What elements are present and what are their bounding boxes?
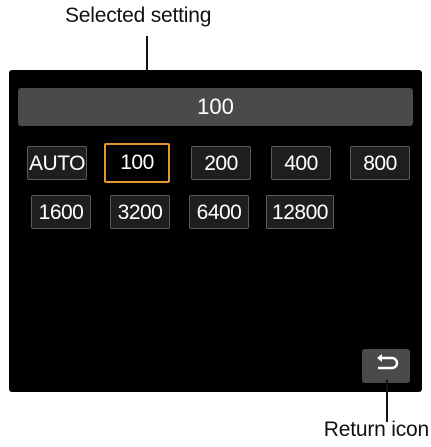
selected-setting-callout: Selected setting [65, 4, 212, 27]
return-icon [373, 353, 399, 380]
return-button[interactable] [362, 349, 410, 383]
iso-option-12800[interactable]: 12800 [266, 195, 334, 229]
iso-option-auto[interactable]: AUTO [27, 146, 87, 180]
iso-option-800[interactable]: 800 [350, 146, 410, 180]
iso-option-1600[interactable]: 1600 [31, 195, 91, 229]
return-icon-leader-line [386, 380, 388, 422]
iso-option-6400[interactable]: 6400 [189, 195, 249, 229]
iso-option-200[interactable]: 200 [191, 146, 251, 180]
iso-option-3200[interactable]: 3200 [110, 195, 170, 229]
iso-option-400[interactable]: 400 [271, 146, 331, 180]
current-value-display: 100 [18, 88, 413, 126]
camera-lcd-screen: 100 AUTO 100 200 400 800 1600 3200 6400 … [9, 70, 422, 392]
return-icon-callout: Return icon [323, 418, 429, 441]
iso-option-100[interactable]: 100 [104, 143, 170, 183]
